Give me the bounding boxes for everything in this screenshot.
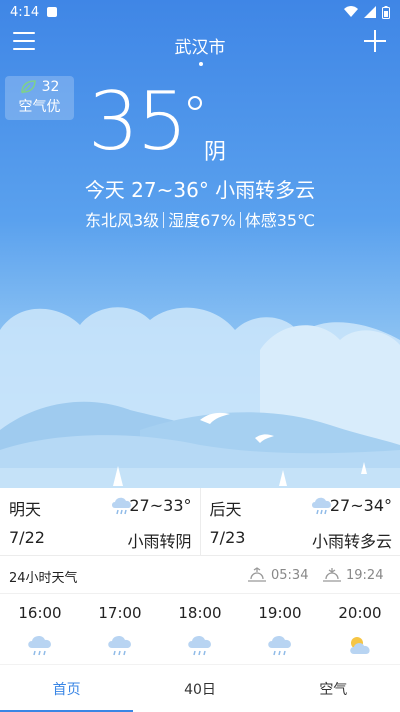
bottom-tab-bar: 首页 40日 空气 [0,664,400,712]
day-card-tomorrow[interactable]: 明天 27~33° 7/22 小雨转阴 [0,488,200,555]
hour-item: 18:00 [160,594,240,664]
rain-cloud-icon [108,635,131,656]
hourly-title: 24小时天气 [9,571,78,586]
status-time: 4:14 [10,4,40,20]
forecast-panel: 明天 27~33° 7/22 小雨转阴 后天 27~34° 7/23 小雨转多云… [0,488,400,712]
tab-40-days[interactable]: 40日 [133,665,266,712]
day-date: 7/22 [9,528,45,547]
sunset-info: 19:24 [322,567,383,583]
air-quality-badge[interactable]: 32 空气优 [5,76,74,120]
hour-item: 19:00 [240,594,320,664]
notification-icon [47,7,58,17]
feels-like-text: 体感35℃ [244,211,316,230]
day-condition: 小雨转多云 [311,532,392,551]
day-name: 后天 [209,500,242,519]
hourly-forecast[interactable]: 16:00 17:00 18:00 19:00 20:00 [0,594,400,664]
day-temp-range: 27~33° [129,496,192,515]
current-condition: 阴 [204,140,227,165]
aqi-label: 空气优 [18,99,61,115]
status-bar: 4:14 [0,0,400,24]
divider [239,212,241,228]
hour-time: 20:00 [338,604,382,622]
divider [163,212,165,228]
rain-cloud-icon [268,635,291,656]
rain-cloud-icon [188,635,211,656]
weather-details: 东北风3级 湿度67% 体感35℃ [0,207,400,231]
day-card-after-tomorrow[interactable]: 后天 27~34° 7/23 小雨转多云 [199,488,400,555]
today-summary: 今天 27~36° 小雨转多云 [84,178,316,202]
daily-forecast: 明天 27~33° 7/22 小雨转阴 后天 27~34° 7/23 小雨转多云 [0,488,400,556]
degree-symbol [188,96,202,110]
hour-item: 17:00 [80,594,160,664]
hour-time: 16:00 [18,604,62,622]
day-date: 7/23 [209,528,246,547]
sunrise-icon [248,567,266,582]
battery-icon [382,5,390,19]
partly-cloudy-icon [350,637,370,654]
current-temperature: 35 [88,75,188,168]
sunset-time: 19:24 [346,567,384,583]
hour-time: 17:00 [98,604,142,622]
signal-icon [364,6,376,18]
aqi-value: 32 [41,79,60,95]
hour-item: 20:00 [320,594,400,664]
rain-cloud-icon [28,635,51,656]
humidity-text: 湿度67% [168,211,236,230]
day-temp-range: 27~34° [329,496,392,515]
add-city-icon[interactable] [364,30,386,52]
top-bar: 武汉市 [0,26,400,66]
hourly-header: 24小时天气 05:34 19:24 [0,556,400,594]
hour-time: 19:00 [258,604,302,622]
sunset-icon [323,568,341,582]
hour-item: 16:00 [0,594,80,664]
sunrise-info: 05:34 [247,567,308,583]
city-title[interactable]: 武汉市 [0,33,400,58]
wifi-icon [344,6,358,17]
page-indicator-dot [199,62,203,66]
wind-text: 东北风3级 [84,211,160,230]
tab-home[interactable]: 首页 [0,665,134,712]
sky-background [0,0,400,490]
tab-air[interactable]: 空气 [267,665,400,712]
sunrise-time: 05:34 [271,567,309,583]
day-name: 明天 [9,500,42,519]
day-condition: 小雨转阴 [127,532,192,551]
scenery-illustration [0,307,400,490]
leaf-icon [20,80,36,94]
hour-time: 18:00 [178,604,222,622]
